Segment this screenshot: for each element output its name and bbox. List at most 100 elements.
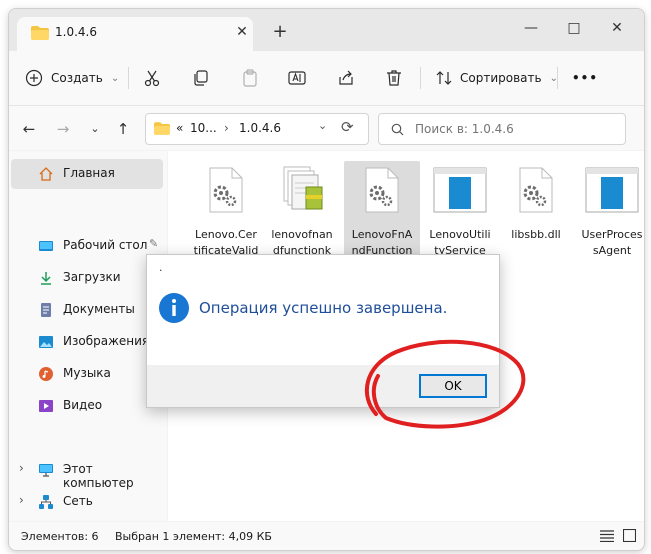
clipboard-icon (243, 69, 257, 87)
file-name-line: UserProces (581, 228, 643, 241)
tab-title: 1.0.4.6 (55, 25, 97, 39)
share-icon (339, 70, 353, 85)
file-name-line: LenovoFnA (351, 228, 413, 241)
chevron-down-icon: ⌄ (110, 72, 120, 84)
video-icon (39, 400, 53, 412)
sidebar-item-label: Музыка (63, 366, 111, 380)
picture-icon (39, 336, 53, 348)
sidebar-item-label: Загрузки (63, 270, 121, 284)
refresh-icon[interactable]: ⟳ (341, 118, 354, 136)
search-input[interactable] (413, 119, 617, 139)
file-item[interactable]: libsbb.dll (498, 161, 574, 261)
file-name-line: LenovoUtili (429, 228, 491, 241)
chevron-right-icon[interactable]: › (19, 493, 24, 507)
download-icon (41, 272, 51, 285)
breadcrumb-overflow[interactable]: « (176, 121, 183, 135)
more-options-button[interactable]: ••• (572, 65, 598, 91)
breadcrumb-parent[interactable]: 10... (190, 121, 217, 135)
forward-arrow-icon[interactable]: → (53, 120, 73, 140)
breadcrumb-current[interactable]: 1.0.4.6 (239, 121, 281, 135)
cut-button[interactable] (143, 65, 161, 91)
sidebar-item-label: Главная (63, 166, 115, 180)
address-field[interactable]: « 10... › 1.0.4.6 ⌄ (145, 113, 369, 145)
selection-info: Выбран 1 элемент: 4,09 КБ (115, 530, 272, 543)
file-item[interactable]: Lenovo.Cer tificateValid (188, 161, 264, 261)
sort-icon (436, 71, 452, 85)
rename-button[interactable] (288, 65, 306, 91)
share-button[interactable] (337, 65, 355, 91)
close-window-button[interactable]: ✕ (599, 17, 635, 41)
sidebar-item-documents[interactable]: Документы (9, 295, 167, 325)
file-name-line: lenovofnan (271, 228, 333, 241)
exe-window-icon (433, 167, 487, 213)
sidebar-item-music[interactable]: Музыка (9, 359, 167, 389)
breadcrumb-separator: › (224, 121, 229, 135)
sidebar-item-label: Документы (63, 302, 135, 316)
sidebar-item-videos[interactable]: Видео (9, 391, 167, 421)
computer-icon (39, 464, 53, 477)
folder-icon (154, 122, 170, 135)
status-bar: Элементов: 6 Выбран 1 элемент: 4,09 КБ (9, 522, 644, 550)
paste-button[interactable] (241, 65, 259, 91)
minimize-button[interactable]: — (513, 17, 549, 41)
file-item[interactable]: UserProces sAgent (574, 161, 644, 261)
chevron-down-icon[interactable]: ⌄ (318, 119, 327, 132)
desktop-icon (39, 241, 53, 251)
search-icon (391, 123, 404, 136)
sidebar-item-this-pc[interactable]: › Этот компьютер (9, 455, 167, 490)
copy-button[interactable] (192, 65, 210, 91)
tiles-view-icon[interactable] (623, 529, 636, 542)
dialog-message: Операция успешно завершена. (199, 299, 448, 317)
home-icon (39, 167, 53, 181)
file-item[interactable]: LenovoUtili tyService (422, 161, 498, 261)
sidebar-item-desktop[interactable]: Рабочий стол ✎ (9, 231, 167, 261)
delete-button[interactable] (385, 65, 403, 91)
document-icon (41, 303, 51, 317)
toolbar-divider (128, 67, 129, 89)
address-bar-row: ← → ⌄ ↑ « 10... › 1.0.4.6 ⌄ ⟳ (9, 106, 644, 150)
sidebar-item-pictures[interactable]: Изображения (9, 327, 167, 357)
recent-chevron-icon[interactable]: ⌄ (85, 120, 105, 140)
sort-button[interactable]: Сортировать ⌄ (435, 65, 558, 91)
tab-close-icon[interactable]: ✕ (231, 21, 253, 43)
file-name-line: Lenovo.Cer (195, 228, 257, 241)
scissors-icon (144, 70, 160, 87)
sort-label: Сортировать (460, 71, 542, 85)
sidebar-item-downloads[interactable]: Загрузки (9, 263, 167, 293)
sidebar-item-label: Видео (63, 398, 103, 412)
item-count: Элементов: 6 (21, 530, 99, 543)
search-box[interactable] (378, 113, 626, 145)
create-button[interactable]: Создать ⌄ (25, 65, 119, 91)
pin-icon[interactable]: ✎ (149, 237, 158, 250)
dll-gear-icon (519, 167, 553, 213)
chevron-right-icon[interactable]: › (19, 461, 24, 475)
details-view-icon[interactable] (600, 530, 614, 542)
file-item-selected[interactable]: LenovoFnA ndFunction (344, 161, 420, 261)
info-icon (159, 293, 189, 323)
folder-icon (31, 26, 49, 40)
sidebar-item-home[interactable]: Главная (11, 159, 163, 189)
file-name: UserProces sAgent (574, 227, 644, 259)
dialog-title: . (159, 261, 163, 274)
back-arrow-icon[interactable]: ← (19, 120, 39, 140)
title-bar: 1.0.4.6 ✕ + — □ ✕ (9, 9, 644, 51)
file-name-line: libsbb.dll (511, 228, 561, 241)
sidebar-item-label: Сеть (63, 494, 93, 508)
network-icon (39, 495, 53, 509)
plus-circle-icon (25, 69, 43, 87)
tab-1046[interactable]: 1.0.4.6 ✕ (17, 17, 253, 51)
annotation-circle (364, 339, 526, 429)
rename-icon (288, 71, 306, 85)
toolbar-divider (557, 67, 558, 89)
dll-gear-icon (209, 167, 243, 213)
up-arrow-icon[interactable]: ↑ (113, 120, 133, 140)
new-tab-button[interactable]: + (269, 23, 291, 45)
file-item[interactable]: lenovofnan dfunctionk (264, 161, 340, 261)
create-label: Создать (51, 71, 103, 85)
maximize-button[interactable]: □ (556, 17, 592, 41)
music-icon (39, 367, 53, 381)
sidebar-item-label: Этот компьютер (63, 462, 134, 490)
sidebar-item-label: Изображения (63, 334, 150, 348)
sidebar-item-network[interactable]: › Сеть (9, 487, 167, 517)
exe-window-icon (585, 167, 639, 213)
